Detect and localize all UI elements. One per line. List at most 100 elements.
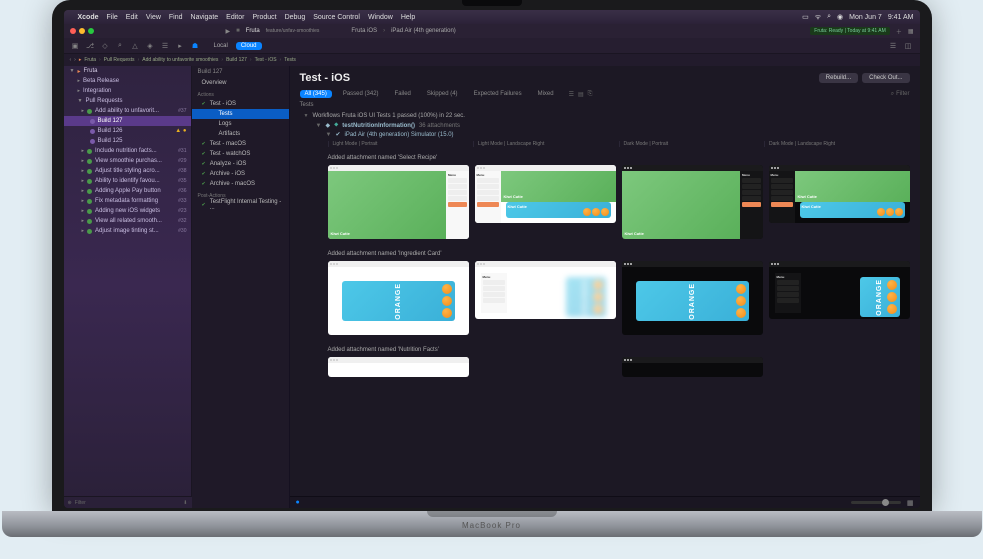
- menubar-date[interactable]: Mon Jun 7: [849, 14, 882, 21]
- nav-test-icon[interactable]: ◈: [145, 40, 156, 51]
- workflow-row[interactable]: ▼Workflows Fruta iOS UI Tests 1 passed (…: [290, 110, 920, 121]
- screenshot-thumb[interactable]: ORANGE: [328, 261, 469, 335]
- inspectors-icon[interactable]: ◫: [903, 40, 914, 51]
- device-selector[interactable]: iPad Air (4th generation): [391, 28, 456, 34]
- crumb[interactable]: Tests: [284, 57, 296, 63]
- nav-item[interactable]: ▸Add ability to unfavorit...#37: [64, 106, 191, 116]
- nav-symbol-icon[interactable]: ◇: [100, 40, 111, 51]
- crumb[interactable]: Pull Requests: [104, 57, 135, 63]
- screenshot-thumb[interactable]: Kiwi Cutie Menu: [328, 165, 469, 239]
- nav-item[interactable]: ▸View all related smooth...#32: [64, 216, 191, 226]
- editor-options-icon[interactable]: ☰: [888, 40, 899, 51]
- grid-icon[interactable]: ▦: [907, 499, 914, 507]
- menu-view[interactable]: View: [146, 14, 161, 21]
- plus-icon[interactable]: ＋: [896, 27, 902, 36]
- scheme-selector[interactable]: Fruta iOS: [351, 28, 377, 34]
- screenshot-thumb[interactable]: [328, 357, 469, 377]
- outline-item[interactable]: ✔Analyze - iOS: [192, 159, 289, 169]
- menu-file[interactable]: File: [107, 14, 118, 21]
- device-row[interactable]: ▼✔iPad Air (4th generation) Simulator (1…: [290, 130, 920, 139]
- nav-item[interactable]: Build 127: [64, 116, 191, 126]
- nav-source-icon[interactable]: ⎇: [85, 40, 96, 51]
- nav-item[interactable]: ▸Adding Apple Pay button#36: [64, 186, 191, 196]
- filter-expected[interactable]: Expected Failures: [469, 90, 527, 98]
- crumb[interactable]: Build 127: [226, 57, 247, 63]
- outline-item[interactable]: Logs: [192, 119, 289, 129]
- nav-item[interactable]: ▸Adjust image tinting st...#30: [64, 226, 191, 236]
- nav-report-icon[interactable]: ☗: [190, 40, 201, 51]
- outline-item[interactable]: ✔Test - iOS: [192, 99, 289, 109]
- local-tab[interactable]: Local: [209, 42, 233, 50]
- control-center-icon[interactable]: ◉: [837, 13, 843, 21]
- zoom-slider[interactable]: [851, 501, 901, 504]
- filter-field[interactable]: Filter: [75, 500, 86, 506]
- search-icon[interactable]: ⌕: [827, 13, 831, 21]
- nav-item[interactable]: ▸View smoothie purchas...#29: [64, 156, 191, 166]
- close-icon[interactable]: [70, 28, 76, 34]
- menu-debug[interactable]: Debug: [285, 14, 306, 21]
- nav-item[interactable]: ▸Integration: [64, 86, 191, 96]
- menu-help[interactable]: Help: [401, 14, 415, 21]
- nav-find-icon[interactable]: ⌕: [115, 40, 126, 51]
- attachment-icon[interactable]: ⎘: [588, 91, 593, 98]
- nav-item[interactable]: Build 125: [64, 136, 191, 146]
- nav-breakpoint-icon[interactable]: ▸: [175, 40, 186, 51]
- outline-item[interactable]: ✔Archive - iOS: [192, 169, 289, 179]
- screenshot-thumb[interactable]: MenuORANGE: [769, 261, 910, 319]
- checkout-button[interactable]: Check Out...: [862, 73, 909, 83]
- outline-item[interactable]: Artifacts: [192, 129, 289, 139]
- menubar-time[interactable]: 9:41 AM: [888, 14, 914, 21]
- crumb[interactable]: Test - iOS: [255, 57, 277, 63]
- filter-passed[interactable]: Passed (342): [338, 90, 384, 98]
- filter-mixed[interactable]: Mixed: [533, 90, 559, 98]
- cloud-tab[interactable]: Cloud: [236, 42, 262, 50]
- nav-item[interactable]: Build 126▲ ●: [64, 126, 191, 136]
- screenshot-thumb[interactable]: Menu Kiwi CutieKiwi Cutie: [475, 165, 616, 223]
- crumb[interactable]: Add ability to unfavorite smoothies: [142, 57, 218, 63]
- outline-item[interactable]: ✔Archive - macOS: [192, 179, 289, 189]
- menu-product[interactable]: Product: [252, 14, 276, 21]
- menu-find[interactable]: Find: [169, 14, 183, 21]
- screenshot-thumb[interactable]: Menu Kiwi CutieKiwi Cutie: [769, 165, 910, 223]
- library-icon[interactable]: ▦: [908, 28, 914, 35]
- screenshot-thumb[interactable]: MenuORANGE: [475, 261, 616, 319]
- outline-item[interactable]: ✔Test - watchOS: [192, 149, 289, 159]
- outline-item[interactable]: Tests: [192, 109, 289, 119]
- nav-item[interactable]: ▸Adding new iOS widgets#23: [64, 206, 191, 216]
- nav-item[interactable]: ▸Fix metadata formatting#33: [64, 196, 191, 206]
- nav-item[interactable]: ▼Pull Requests: [64, 96, 191, 106]
- filter-icon[interactable]: ⊕: [68, 500, 72, 506]
- nav-item[interactable]: ▸Include nutrition facts...#31: [64, 146, 191, 156]
- nav-item[interactable]: ▸Adjust title styling acro...#38: [64, 166, 191, 176]
- overview-item[interactable]: Overview: [192, 78, 289, 88]
- scope-icon[interactable]: ●: [296, 499, 300, 506]
- nav-item[interactable]: ▸Beta Release: [64, 76, 191, 86]
- zoom-icon[interactable]: [88, 28, 94, 34]
- screenshot-thumb[interactable]: ORANGE: [622, 261, 763, 335]
- screenshot-thumb[interactable]: [622, 357, 763, 377]
- filter-input[interactable]: Filter: [896, 91, 909, 97]
- test-row[interactable]: ▼◆⬥testNutritionInformation() 36 attachm…: [290, 121, 920, 130]
- forward-icon[interactable]: ›: [74, 57, 76, 63]
- minimize-icon[interactable]: [79, 28, 85, 34]
- flat-icon[interactable]: ▤: [578, 91, 584, 98]
- nav-debug-icon[interactable]: ☰: [160, 40, 171, 51]
- menu-edit[interactable]: Edit: [126, 14, 138, 21]
- rebuild-button[interactable]: Rebuild...: [819, 73, 858, 83]
- wifi-icon[interactable]: ᯤ: [815, 13, 821, 22]
- battery-icon[interactable]: ▭: [802, 13, 809, 21]
- outline-item[interactable]: ✔Test - macOS: [192, 139, 289, 149]
- nav-root[interactable]: ▼▸Fruta: [64, 66, 191, 76]
- menu-window[interactable]: Window: [368, 14, 393, 21]
- back-icon[interactable]: ‹: [70, 57, 72, 63]
- outline-item[interactable]: ✔TestFlight Internal Testing - ...: [192, 200, 289, 210]
- nav-project-icon[interactable]: ▣: [70, 40, 81, 51]
- run-button-icon[interactable]: ▶: [226, 28, 231, 35]
- nav-item[interactable]: ▸Ability to identify favou...#35: [64, 176, 191, 186]
- menu-xcode[interactable]: Xcode: [78, 14, 99, 21]
- screenshot-thumb[interactable]: Kiwi Cutie Menu: [622, 165, 763, 239]
- hierarchy-icon[interactable]: ☰: [569, 91, 574, 98]
- filter-skipped[interactable]: Skipped (4): [422, 90, 463, 98]
- filter-failed[interactable]: Failed: [390, 90, 416, 98]
- stop-button-icon[interactable]: ■: [236, 28, 240, 34]
